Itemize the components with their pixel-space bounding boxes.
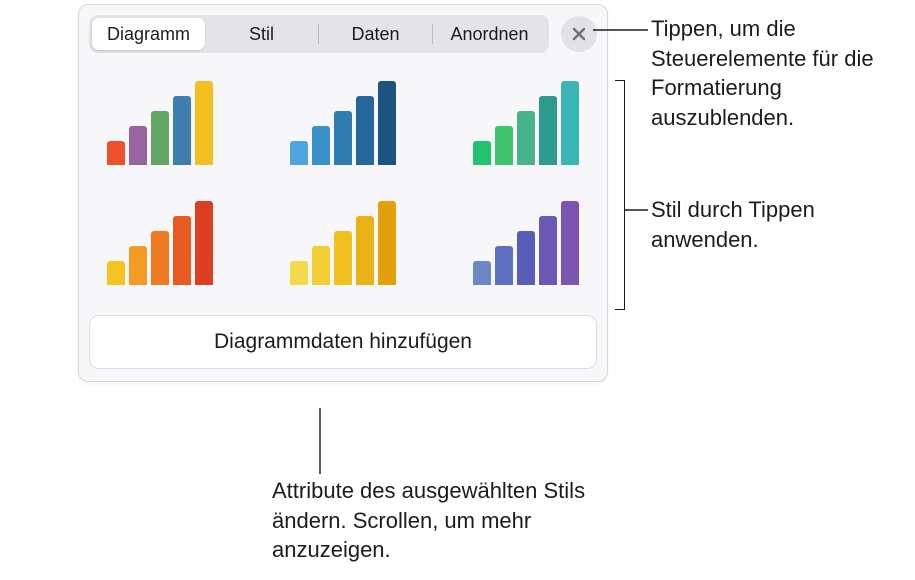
bar-icon — [129, 246, 147, 285]
bar-icon — [561, 81, 579, 165]
tab-anordnen[interactable]: Anordnen — [433, 18, 546, 50]
style-orange-red[interactable] — [97, 201, 222, 285]
bar-icon — [495, 126, 513, 165]
chart-style-grid — [89, 81, 597, 285]
bar-icon — [195, 201, 213, 285]
bar-icon — [290, 261, 308, 285]
bar-icon — [517, 231, 535, 285]
bar-icon — [151, 111, 169, 165]
tab-stil[interactable]: Stil — [205, 18, 318, 50]
close-button[interactable] — [561, 16, 597, 52]
format-panel: Diagramm Stil Daten Anordnen Diagrammdat… — [78, 4, 608, 382]
callout-apply-style: Stil durch Tippen anwenden. — [651, 195, 915, 254]
bar-icon — [561, 201, 579, 285]
bar-icon — [539, 96, 557, 165]
bar-icon — [356, 216, 374, 285]
bar-icon — [334, 111, 352, 165]
bar-icon — [517, 111, 535, 165]
style-purple-blue[interactable] — [464, 201, 589, 285]
style-multicolor-yellow[interactable] — [97, 81, 222, 165]
bar-icon — [539, 216, 557, 285]
bar-icon — [312, 246, 330, 285]
bar-icon — [378, 201, 396, 285]
bar-icon — [290, 141, 308, 165]
style-yellow-amber[interactable] — [280, 201, 405, 285]
leader-line — [625, 208, 648, 212]
bar-icon — [151, 231, 169, 285]
bar-icon — [107, 141, 125, 165]
bracket-style-grid — [615, 80, 625, 310]
bar-icon — [195, 81, 213, 165]
bar-icon — [334, 231, 352, 285]
bar-icon — [312, 126, 330, 165]
tab-diagramm[interactable]: Diagramm — [92, 18, 205, 50]
bar-icon — [173, 216, 191, 285]
style-green-teal[interactable] — [464, 81, 589, 165]
style-blue[interactable] — [280, 81, 405, 165]
close-icon — [571, 26, 587, 42]
bar-icon — [129, 126, 147, 165]
tab-daten[interactable]: Daten — [319, 18, 432, 50]
add-chart-data-button[interactable]: Diagrammdaten hinzufügen — [89, 315, 597, 369]
leader-line — [318, 408, 322, 474]
bar-icon — [473, 141, 491, 165]
bar-icon — [473, 261, 491, 285]
callout-attributes: Attribute des ausgewählten Stils ändern.… — [272, 476, 612, 565]
callout-close: Tippen, um die Steuerelemente für die Fo… — [651, 14, 915, 133]
bar-icon — [356, 96, 374, 165]
tab-segmented-control: Diagramm Stil Daten Anordnen — [89, 15, 549, 53]
panel-topbar: Diagramm Stil Daten Anordnen — [89, 15, 597, 53]
bar-icon — [378, 81, 396, 165]
bar-icon — [107, 261, 125, 285]
bar-icon — [173, 96, 191, 165]
bar-icon — [495, 246, 513, 285]
